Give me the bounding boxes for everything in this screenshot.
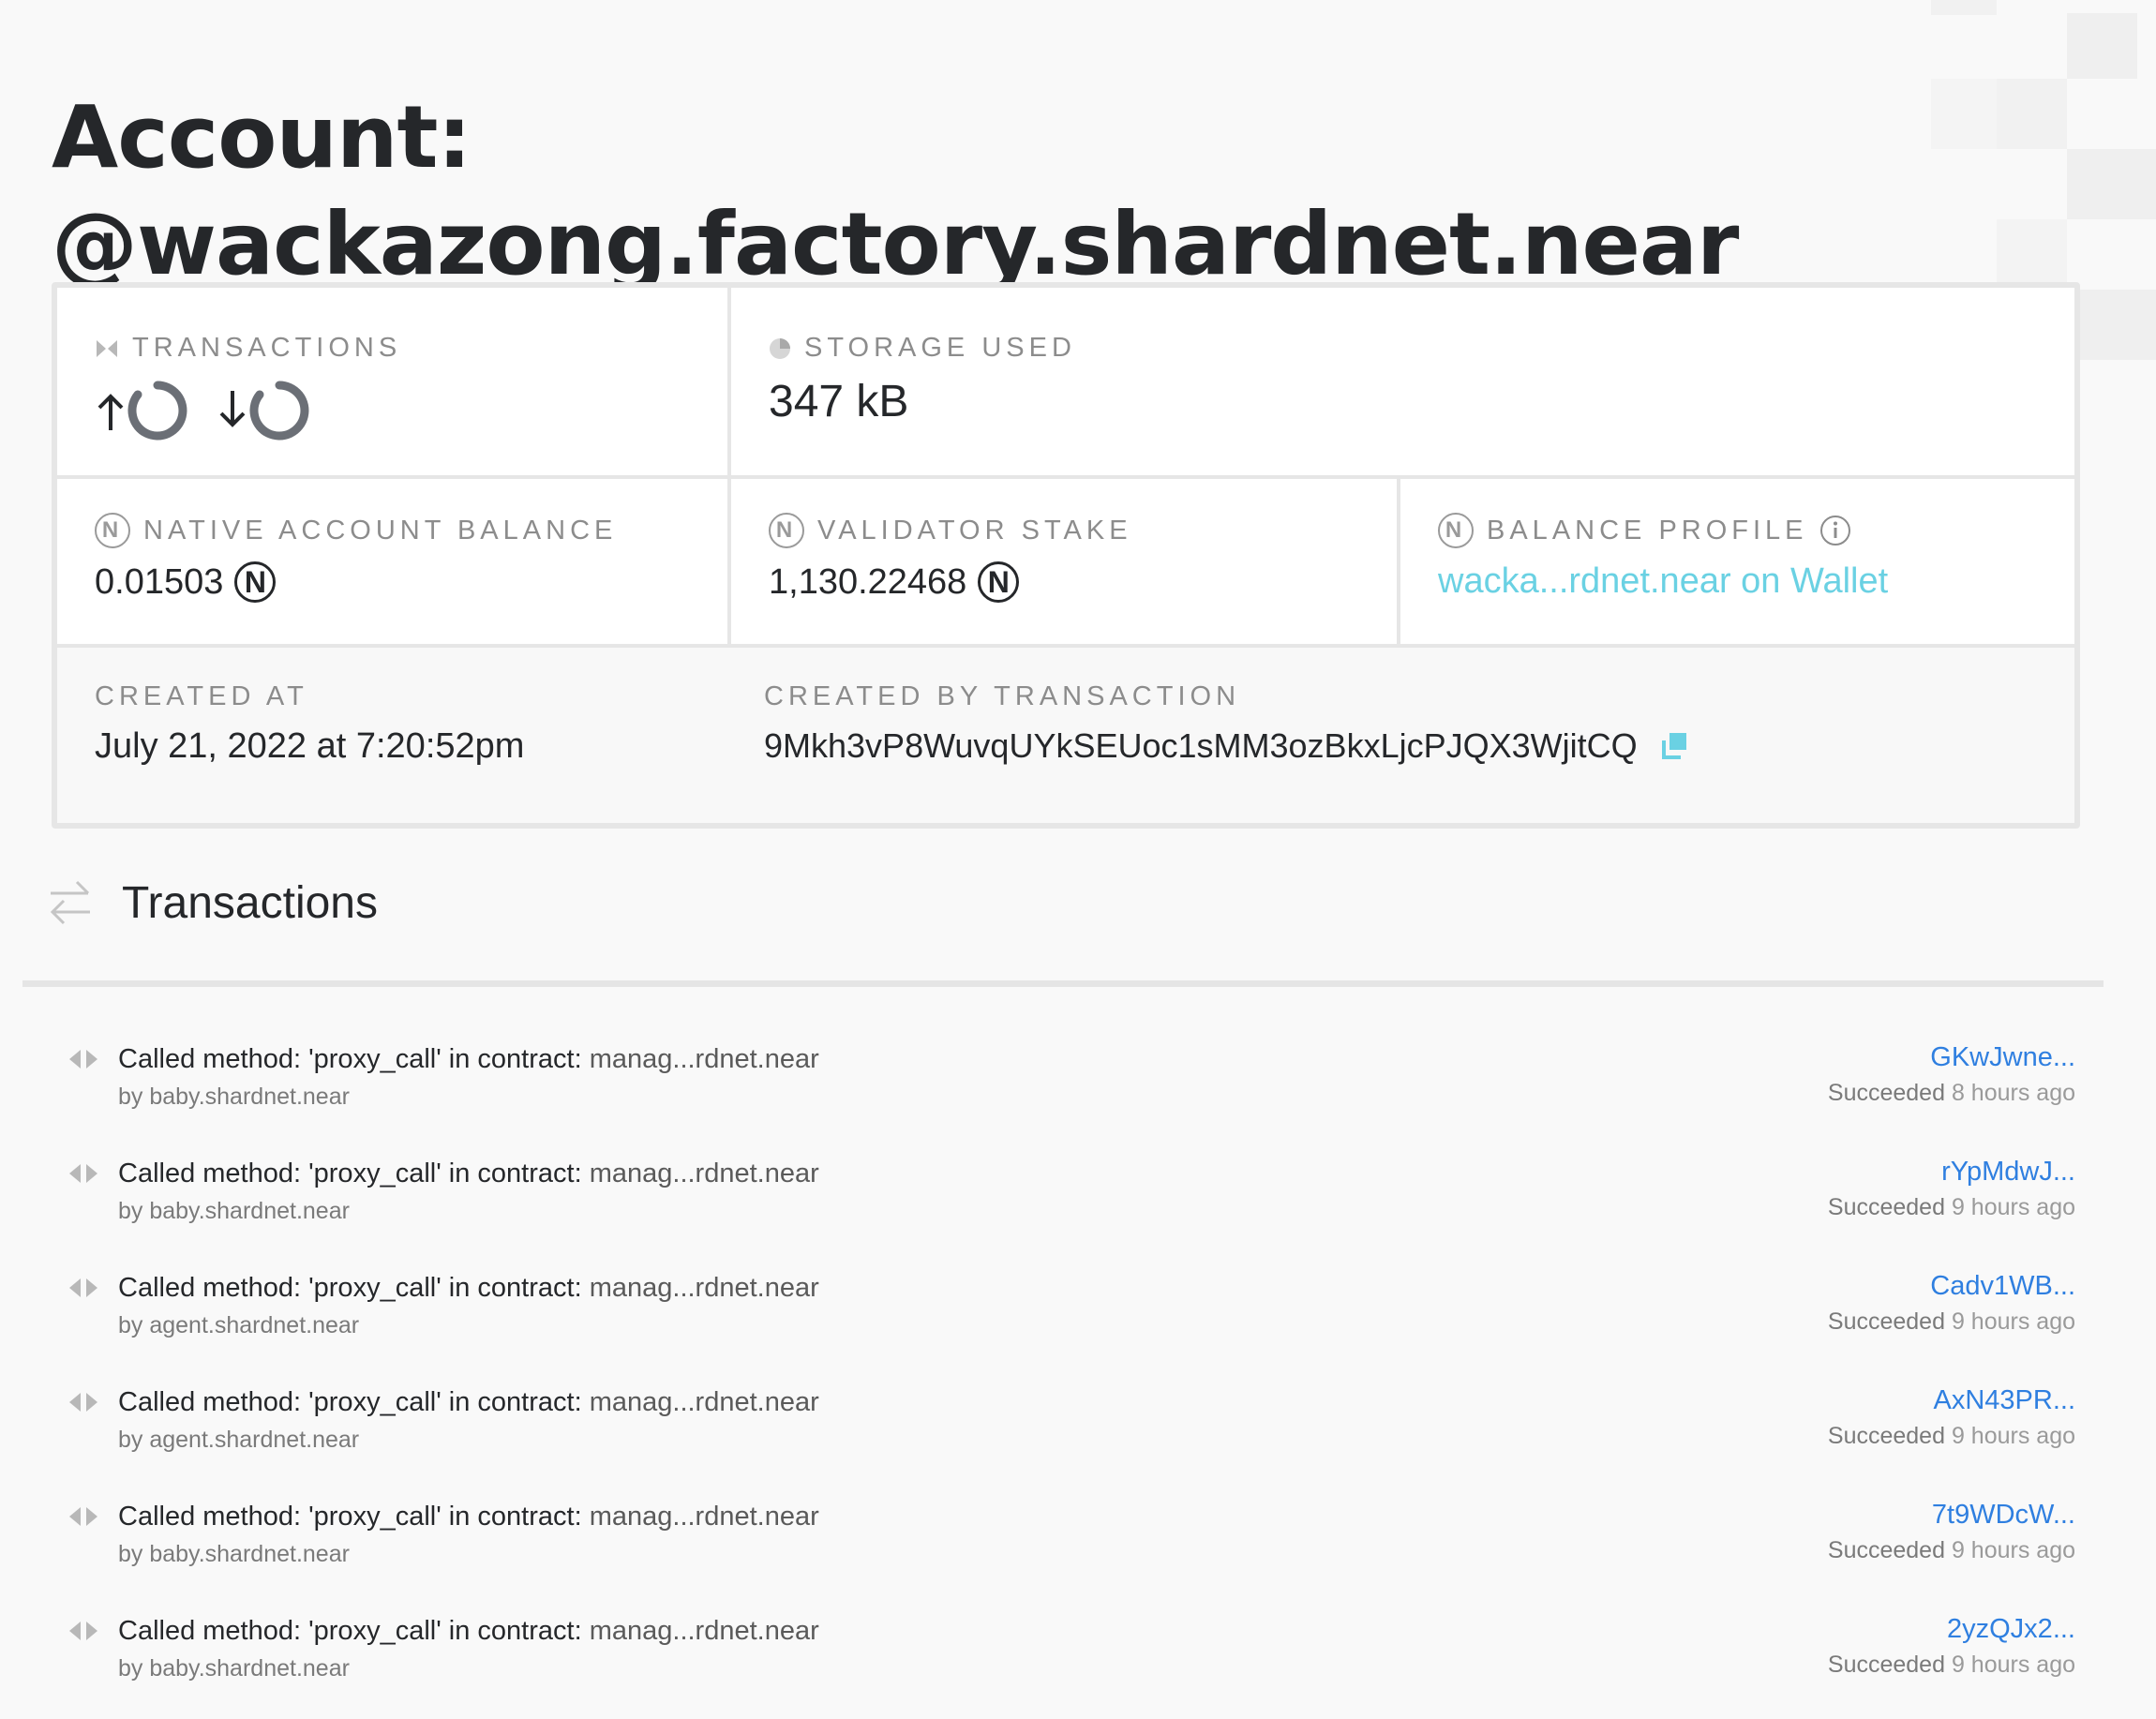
transactions-icon (95, 338, 119, 359)
contract-link[interactable]: manag...rdnet.near (590, 1273, 819, 1303)
storage-pie-icon (769, 337, 791, 360)
transaction-row[interactable]: Called method: 'proxy_call' in contract:… (0, 1603, 2156, 1715)
transaction-status: Succeeded (1827, 1652, 1945, 1678)
divider-mask (727, 648, 731, 818)
transaction-time: 9 hours ago (1951, 1308, 2075, 1335)
transaction-status: Succeeded (1827, 1537, 1945, 1563)
transaction-time: 9 hours ago (1951, 1194, 2075, 1220)
info-icon[interactable] (1819, 515, 1851, 546)
transaction-description: Called method: 'proxy_call' in contract: (118, 1502, 582, 1532)
contract-call-icon (67, 1160, 99, 1191)
transaction-description: Called method: 'proxy_call' in contract: (118, 1387, 582, 1417)
account-details-card: TRANSACTIONS STORAGE USED 347 kB N NATIV… (52, 282, 2080, 829)
created-by-transaction-hash[interactable]: 9Mkh3vP8WuvqUYkSEUoc1sMM3ozBkxLjcPJQX3Wj… (764, 726, 1638, 766)
near-coin-icon: N (769, 513, 804, 548)
stake-value: 1,130.22468 (769, 561, 967, 602)
transaction-signer: by baby.shardnet.near (118, 1541, 350, 1567)
contract-call-icon (67, 1618, 99, 1649)
transaction-signer: by baby.shardnet.near (118, 1084, 350, 1110)
contract-link[interactable]: manag...rdnet.near (590, 1502, 819, 1532)
near-coin-icon: N (95, 513, 130, 548)
contract-call-icon (67, 1503, 99, 1534)
transactions-counters (95, 380, 310, 441)
transaction-hash-link[interactable]: GKwJwne... (1930, 1042, 2075, 1073)
copy-icon[interactable] (1660, 731, 1690, 761)
storage-cell: STORAGE USED 347 kB (731, 288, 2074, 475)
transaction-row[interactable]: Called method: 'proxy_call' in contract:… (0, 1145, 2156, 1258)
transaction-status: Succeeded (1827, 1423, 1945, 1449)
transaction-row[interactable]: Called method: 'proxy_call' in contract:… (0, 1260, 2156, 1372)
transaction-row[interactable]: Called method: 'proxy_call' in contract:… (0, 1374, 2156, 1487)
contract-link[interactable]: manag...rdnet.near (590, 1044, 819, 1074)
page-title: Account: @wackazong.factory.shardnet.nea… (52, 84, 1926, 298)
transaction-time: 9 hours ago (1951, 1652, 2075, 1678)
storage-label: STORAGE USED (804, 333, 1076, 363)
transaction-hash-link[interactable]: 2yzQJx2... (1947, 1614, 2075, 1645)
created-at-label: CREATED AT (95, 681, 308, 711)
transaction-row[interactable]: Called method: 'proxy_call' in contract:… (0, 1488, 2156, 1601)
contract-call-icon (67, 1389, 99, 1420)
transaction-hash-link[interactable]: 7t9WDcW... (1932, 1500, 2075, 1531)
transactions-section-header: Transactions (47, 876, 378, 929)
balance-label: NATIVE ACCOUNT BALANCE (143, 515, 618, 546)
transaction-description: Called method: 'proxy_call' in contract: (118, 1158, 582, 1188)
near-coin-icon: N (1438, 513, 1474, 548)
transaction-time: 9 hours ago (1951, 1537, 2075, 1563)
arrow-down-icon (219, 391, 246, 427)
contract-link[interactable]: manag...rdnet.near (590, 1158, 819, 1188)
page-title-prefix: Account: (52, 86, 472, 187)
stake-cell: N VALIDATOR STAKE 1,130.22468 N (731, 479, 1397, 644)
contract-link[interactable]: manag...rdnet.near (590, 1616, 819, 1646)
transaction-description: Called method: 'proxy_call' in contract: (118, 1273, 582, 1303)
balance-profile-label: BALANCE PROFILE (1487, 515, 1808, 546)
transaction-status: Succeeded (1827, 1080, 1945, 1106)
arrow-up-icon (97, 394, 124, 430)
section-divider (22, 980, 2104, 987)
near-coin-icon: N (234, 561, 277, 603)
created-by-label: CREATED BY TRANSACTION (764, 681, 1241, 711)
transactions-section-title: Transactions (122, 877, 378, 928)
transaction-signer: by baby.shardnet.near (118, 1655, 350, 1682)
transaction-signer: by baby.shardnet.near (118, 1198, 350, 1224)
transaction-signer: by agent.shardnet.near (118, 1312, 360, 1338)
transaction-time: 8 hours ago (1951, 1080, 2075, 1106)
transaction-hash-link[interactable]: AxN43PR... (1934, 1385, 2076, 1416)
balance-profile-cell: N BALANCE PROFILE wacka...rdnet.near on … (1400, 479, 2074, 644)
transaction-time: 9 hours ago (1951, 1423, 2075, 1449)
contract-call-icon (67, 1275, 99, 1306)
transaction-hash-link[interactable]: Cadv1WB... (1930, 1271, 2075, 1302)
near-coin-icon: N (978, 561, 1020, 603)
balance-value: 0.01503 (95, 561, 224, 602)
transactions-cell: TRANSACTIONS (57, 288, 727, 475)
transaction-status: Succeeded (1827, 1308, 1945, 1335)
storage-value: 347 kB (769, 377, 909, 426)
transactions-label: TRANSACTIONS (132, 333, 402, 363)
transfer-arrows-icon (47, 876, 94, 929)
balance-cell: N NATIVE ACCOUNT BALANCE 0.01503 N (57, 479, 727, 644)
contract-link[interactable]: manag...rdnet.near (590, 1387, 819, 1417)
transaction-row[interactable]: Called method: 'proxy_call' in contract:… (0, 1031, 2156, 1144)
transaction-signer: by agent.shardnet.near (118, 1427, 360, 1453)
loading-spinner-icon (249, 381, 309, 441)
transaction-status: Succeeded (1827, 1194, 1945, 1220)
stake-label: VALIDATOR STAKE (817, 515, 1132, 546)
transaction-hash-link[interactable]: rYpMdwJ... (1941, 1157, 2075, 1188)
created-cell: CREATED AT July 21, 2022 at 7:20:52pm CR… (57, 648, 2074, 823)
transaction-description: Called method: 'proxy_call' in contract: (118, 1616, 582, 1646)
transaction-description: Called method: 'proxy_call' in contract: (118, 1044, 582, 1074)
loading-spinner-icon (127, 381, 187, 441)
wallet-profile-link[interactable]: wacka...rdnet.near on Wallet (1438, 561, 1888, 602)
contract-call-icon (67, 1046, 99, 1077)
created-at-value: July 21, 2022 at 7:20:52pm (95, 726, 525, 766)
